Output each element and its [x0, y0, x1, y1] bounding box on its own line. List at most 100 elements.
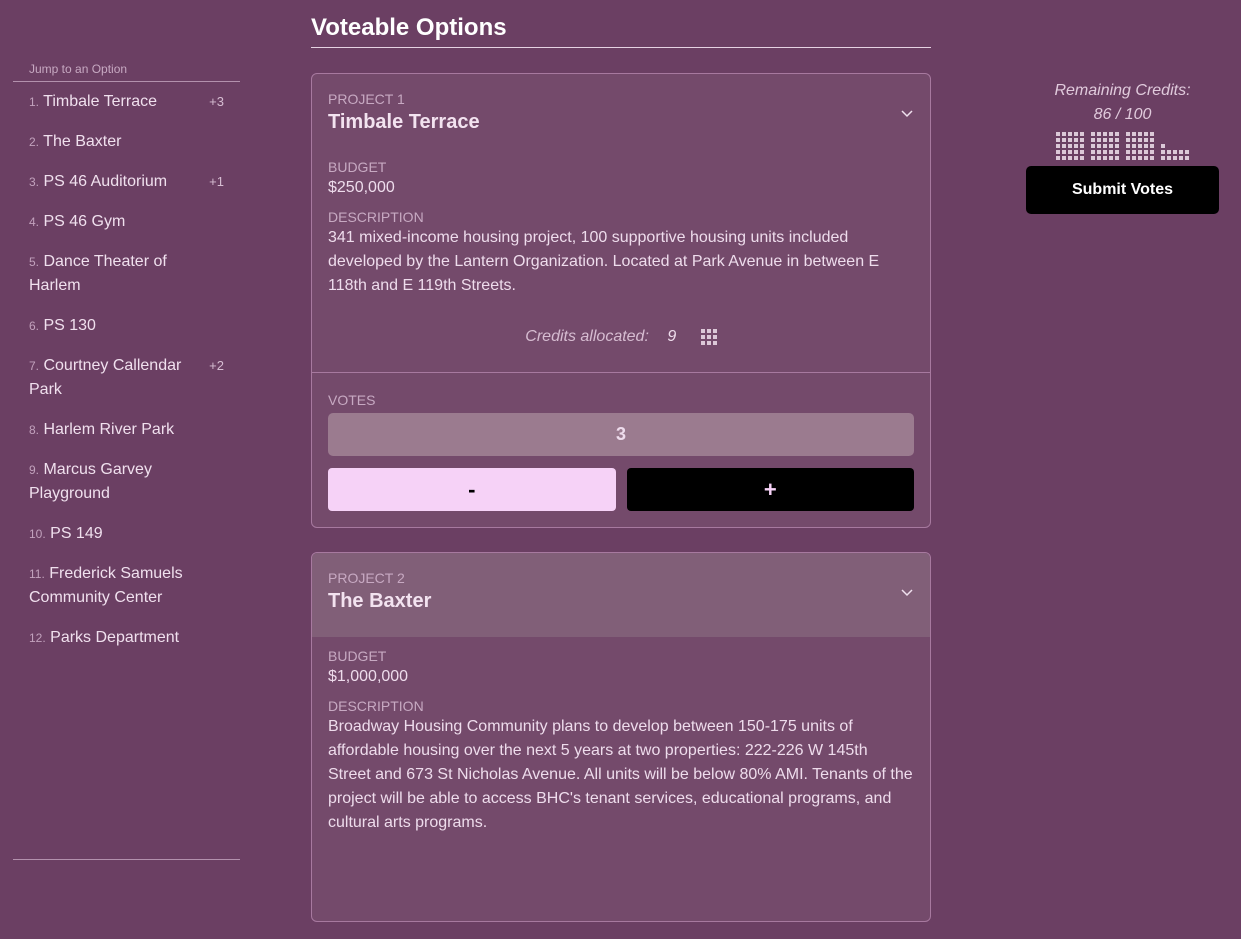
sidebar-item[interactable]: 6. PS 130	[13, 314, 240, 338]
credit-cell	[1074, 132, 1078, 136]
credit-cell	[1161, 132, 1165, 136]
sidebar-item[interactable]: 10. PS 149	[13, 522, 240, 546]
credit-cell	[1126, 138, 1130, 142]
submit-votes-button[interactable]: Submit Votes	[1026, 166, 1219, 214]
credit-cell	[1080, 150, 1084, 154]
credit-cell	[1103, 132, 1107, 136]
credit-cell	[1062, 144, 1066, 148]
credit-cell	[1068, 150, 1072, 154]
sidebar-item-label: PS 46 Auditorium	[43, 173, 168, 190]
credit-cell	[1150, 138, 1154, 142]
credit-cell	[1103, 150, 1107, 154]
project-name: Timbale Terrace	[328, 111, 480, 133]
credit-cell	[1097, 156, 1101, 160]
sidebar-item-label: Parks Department	[50, 629, 180, 646]
credit-cell	[1185, 150, 1189, 154]
credit-cell	[1091, 156, 1095, 160]
credit-cell	[706, 340, 711, 345]
project-header[interactable]: PROJECT 2 The Baxter	[312, 553, 930, 637]
credit-cell	[1167, 144, 1171, 148]
credit-cell	[1144, 156, 1148, 160]
credit-cell	[712, 328, 717, 333]
credit-cell	[1150, 144, 1154, 148]
credit-cell	[1167, 156, 1171, 160]
credit-cell	[1115, 156, 1119, 160]
credit-cell	[1109, 138, 1113, 142]
sidebar-header: Jump to an Option	[13, 62, 240, 82]
credit-cell	[1074, 156, 1078, 160]
credit-cell	[1167, 132, 1171, 136]
credit-block	[1091, 132, 1119, 160]
credit-block	[1126, 132, 1154, 160]
project-body: BUDGET $1,000,000 DESCRIPTION Broadway H…	[312, 637, 930, 921]
page-title: Voteable Options	[311, 0, 931, 48]
vote-count-badge: +3	[209, 94, 224, 109]
description-label: DESCRIPTION	[328, 698, 424, 714]
credits-grid-icon	[700, 328, 717, 345]
credit-cell	[1138, 138, 1142, 142]
credit-cell	[1132, 150, 1136, 154]
credit-cell	[1068, 132, 1072, 136]
credit-cell	[1109, 132, 1113, 136]
credit-cell	[1115, 132, 1119, 136]
credit-cell	[1062, 138, 1066, 142]
credit-cell	[1097, 144, 1101, 148]
sidebar-item[interactable]: 1. Timbale Terrace +3	[13, 90, 240, 114]
credit-cell	[1080, 156, 1084, 160]
main-content: Voteable Options PROJECT 1 Timbale Terra…	[311, 0, 931, 922]
project-header[interactable]: PROJECT 1 Timbale Terrace	[312, 74, 930, 158]
vote-count-badge: +2	[209, 358, 224, 373]
sidebar-item[interactable]: 12. Parks Department	[13, 626, 240, 650]
credit-cell	[1056, 138, 1060, 142]
description-text: 341 mixed-income housing project, 100 su…	[328, 229, 880, 294]
credit-cell	[700, 340, 705, 345]
sidebar-item[interactable]: 2. The Baxter	[13, 130, 240, 154]
credit-cell	[1132, 132, 1136, 136]
credit-cell	[1138, 144, 1142, 148]
credits-panel: Remaining Credits: 86 / 100 Submit Votes	[1026, 80, 1219, 214]
sidebar-item[interactable]: 5. Dance Theater of Harlem	[13, 250, 240, 298]
sidebar-item[interactable]: 9. Marcus Garvey Playground	[13, 458, 240, 506]
votes-count: 3	[328, 413, 914, 456]
credit-cell	[1068, 156, 1072, 160]
credit-cell	[1056, 156, 1060, 160]
credit-cell	[1068, 144, 1072, 148]
sidebar-list: 1. Timbale Terrace +3 2. The Baxter 3. PS 4…	[13, 82, 240, 650]
credit-cell	[1080, 144, 1084, 148]
credit-cell	[1185, 138, 1189, 142]
sidebar-item[interactable]: 3. PS 46 Auditorium +1	[13, 170, 240, 194]
credit-cell	[1103, 138, 1107, 142]
sidebar-item[interactable]: 11. Frederick Samuels Community Center	[13, 562, 240, 610]
credit-block	[1161, 132, 1189, 160]
sidebar-item[interactable]: 4. PS 46 Gym	[13, 210, 240, 234]
increase-vote-button[interactable]: +	[626, 468, 914, 511]
decrease-vote-button[interactable]: -	[328, 468, 616, 511]
sidebar-item[interactable]: 8. Harlem River Park	[13, 418, 240, 442]
credit-cell	[712, 334, 717, 339]
credit-cell	[1173, 156, 1177, 160]
chevron-down-icon[interactable]	[900, 106, 914, 120]
budget-label: BUDGET	[328, 159, 387, 175]
credit-cell	[1167, 150, 1171, 154]
votes-label: VOTES	[328, 392, 376, 408]
sidebar-item[interactable]: 7. Courtney Callendar Park +2	[13, 354, 240, 402]
credit-cell	[1138, 150, 1142, 154]
sidebar-item-number: 9.	[29, 463, 40, 477]
credit-cell	[1091, 150, 1095, 154]
credit-cell	[1161, 156, 1165, 160]
credit-cell	[1132, 156, 1136, 160]
credit-cell	[1132, 138, 1136, 142]
credit-cell	[1185, 132, 1189, 136]
sidebar-item-number: 2.	[29, 135, 40, 149]
credit-cell	[1115, 150, 1119, 154]
credits-allocated-label: Credits allocated:	[525, 328, 649, 345]
credit-cell	[1074, 144, 1078, 148]
chevron-down-icon[interactable]	[900, 585, 914, 599]
sidebar-item-label: PS 149	[50, 525, 103, 542]
credit-cell	[1144, 132, 1148, 136]
credit-cell	[1097, 150, 1101, 154]
vote-count-badge: +1	[209, 174, 224, 189]
credit-cell	[1091, 138, 1095, 142]
credit-cell	[1138, 132, 1142, 136]
sidebar-item-label: Timbale Terrace	[43, 93, 157, 110]
